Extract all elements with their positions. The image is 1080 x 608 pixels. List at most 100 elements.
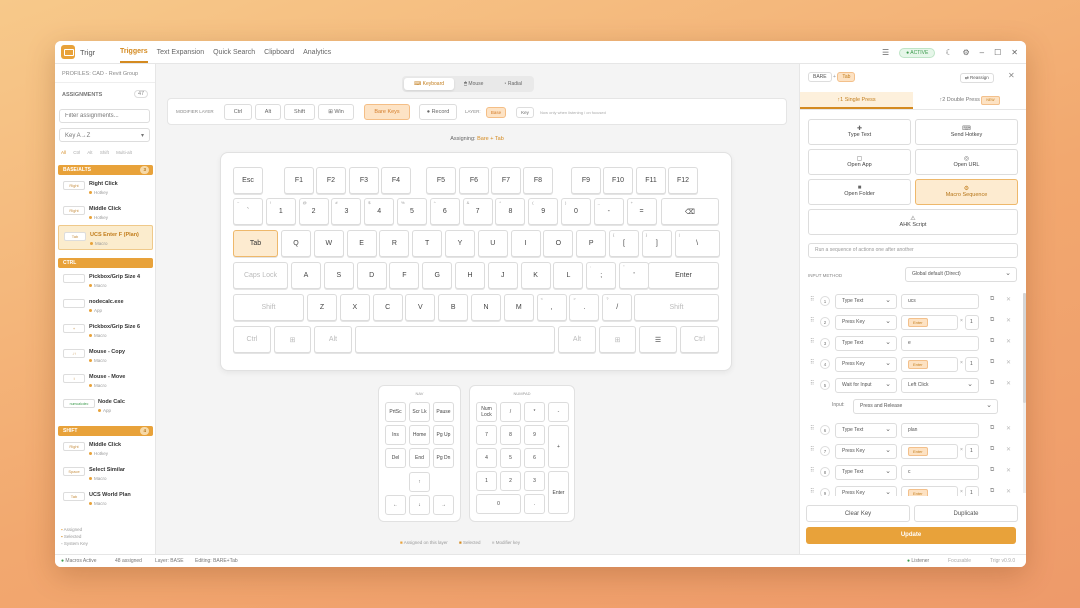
action-open-app[interactable]: ▢ Open App xyxy=(808,149,911,175)
update-button[interactable]: Update xyxy=(806,527,1016,544)
key-6[interactable]: 6 ^ xyxy=(429,198,460,225)
key-symbol[interactable]: ;: xyxy=(586,262,617,289)
list-item[interactable]: ↓↑ Mouse - Copy Macro xyxy=(58,343,153,368)
key-symbol[interactable]: ⊞ xyxy=(274,326,311,353)
modifier-win-button[interactable]: ⊞ Win xyxy=(318,104,354,120)
step-key-field[interactable]: Enter xyxy=(901,444,958,459)
copy-icon[interactable]: ⧉ xyxy=(990,446,994,453)
key-i[interactable]: I xyxy=(510,230,541,257)
tab-mouse[interactable]: 🖱 Mouse xyxy=(454,78,493,90)
key-f5[interactable]: F5 xyxy=(426,167,456,194)
delete-icon[interactable]: ✕ xyxy=(1006,380,1011,387)
key-2[interactable]: 2 @ xyxy=(298,198,329,225)
delete-icon[interactable]: ✕ xyxy=(1006,425,1011,432)
key-symbol[interactable]: ↑ xyxy=(409,472,430,492)
key-alt[interactable]: Alt xyxy=(314,326,352,353)
step-text-field[interactable]: e xyxy=(901,336,979,351)
key-prtsc[interactable]: PrtSc xyxy=(385,402,406,422)
drag-handle-icon[interactable]: ⠿ xyxy=(810,467,814,474)
key-symbol[interactable]: \ | xyxy=(674,230,720,257)
repeat-count-field[interactable]: 1 xyxy=(965,444,979,459)
key-symbol[interactable]: = + xyxy=(626,198,657,225)
key-k[interactable]: K xyxy=(520,262,551,289)
key-esc[interactable]: Esc xyxy=(233,167,263,194)
key-g[interactable]: G xyxy=(422,262,453,289)
key-0[interactable]: 0) xyxy=(561,198,591,225)
list-item[interactable]: + Pickbox/Grip Size 6 Macro xyxy=(58,318,153,343)
action-open-folder[interactable]: ■ Open Folder xyxy=(808,179,911,205)
key-tab[interactable]: Tab xyxy=(233,230,278,257)
copy-icon[interactable]: ⧉ xyxy=(990,359,994,366)
steps-scrollbar[interactable] xyxy=(1023,293,1026,493)
key-space[interactable] xyxy=(355,326,555,353)
key-pg-up[interactable]: Pg Up xyxy=(433,425,454,445)
key-symbol[interactable]: - xyxy=(548,402,569,422)
list-item[interactable]: Pickbox/Grip Size 4 Macro xyxy=(58,268,153,293)
tab-radial[interactable]: ◔ Radial xyxy=(493,78,532,90)
chip-multi-alt[interactable]: Multi-alt xyxy=(116,150,132,155)
list-item[interactable]: Right Middle Click Hotkey xyxy=(58,200,153,225)
key-e[interactable]: E xyxy=(346,230,377,257)
step-type-select[interactable]: Press Key xyxy=(835,315,897,330)
key-y[interactable]: Y xyxy=(445,230,475,257)
action-ahk-script[interactable]: ⚠ AHK Script xyxy=(808,209,1018,235)
key-b[interactable]: B xyxy=(438,294,469,321)
drag-handle-icon[interactable]: ⠿ xyxy=(810,446,814,453)
tab-quick-search[interactable]: Quick Search xyxy=(213,43,255,62)
clear-key-button[interactable]: Clear Key xyxy=(806,505,910,522)
action-macro-sequence[interactable]: ⚙ Macro Sequence xyxy=(915,179,1018,205)
delete-icon[interactable]: ✕ xyxy=(1006,446,1011,453)
delete-icon[interactable]: ✕ xyxy=(1006,338,1011,345)
drag-handle-icon[interactable]: ⠿ xyxy=(810,425,814,432)
repeat-count-field[interactable]: 1 xyxy=(965,486,979,496)
delete-icon[interactable]: ✕ xyxy=(1006,296,1011,303)
key-c[interactable]: C xyxy=(372,294,403,321)
action-open-url[interactable]: ◎ Open URL xyxy=(915,149,1018,175)
key-4[interactable]: 4 $ xyxy=(364,198,395,225)
tab-double-press[interactable]: ↑2 Double Press NEW xyxy=(913,92,1026,109)
drag-handle-icon[interactable]: ⠿ xyxy=(810,296,814,303)
step-text-field[interactable]: ucs xyxy=(901,294,979,309)
step-type-select[interactable]: Type Text xyxy=(835,294,897,309)
key-f12[interactable]: F12 xyxy=(668,167,698,194)
key-p[interactable]: P xyxy=(576,230,607,257)
step-text-field[interactable]: plan xyxy=(901,423,979,438)
key-6[interactable]: 6 xyxy=(524,448,545,468)
copy-icon[interactable]: ⧉ xyxy=(990,488,994,495)
step-key-field[interactable]: Enter xyxy=(901,357,958,372)
key-2[interactable]: 2 xyxy=(500,471,521,491)
tab-keyboard[interactable]: ⌨ Keyboard xyxy=(404,78,455,90)
key-caps-lock[interactable]: Caps Lock xyxy=(233,262,288,289)
key-8[interactable]: 8 * xyxy=(495,198,526,225)
key-1[interactable]: 1 xyxy=(476,471,497,491)
key-enter[interactable]: Enter xyxy=(548,471,569,514)
menu-icon[interactable]: ☰ xyxy=(882,48,889,57)
key-pause[interactable]: Pause xyxy=(433,402,454,422)
repeat-count-field[interactable]: 1 xyxy=(965,357,979,372)
key-ins[interactable]: Ins xyxy=(385,425,406,445)
modifier-alt-button[interactable]: Alt xyxy=(255,104,281,120)
chip-ctrl[interactable]: Ctrl xyxy=(73,150,80,155)
key-w[interactable]: W xyxy=(313,230,344,257)
key-shift[interactable]: Shift xyxy=(634,294,719,321)
key-5[interactable]: 5 xyxy=(500,448,521,468)
key-ctrl[interactable]: Ctrl xyxy=(680,326,719,353)
description-field[interactable]: Run a sequence of actions one after anot… xyxy=(808,243,1018,258)
key-l[interactable]: L xyxy=(553,262,584,289)
key-7[interactable]: 7 & xyxy=(462,198,493,225)
key-symbol[interactable]: ' " xyxy=(619,262,649,289)
key-symbol[interactable]: [{ xyxy=(609,230,639,257)
key-f9[interactable]: F9 xyxy=(571,167,601,194)
action-type-text[interactable]: ✚ Type Text xyxy=(808,119,911,145)
key-alt[interactable]: Alt xyxy=(558,326,596,353)
step-key-field[interactable]: Enter xyxy=(901,486,958,496)
step-type-select[interactable]: Press Key xyxy=(835,357,897,372)
step-type-select[interactable]: Type Text xyxy=(835,336,897,351)
key-s[interactable]: S xyxy=(323,262,354,289)
group-header-ctrl[interactable]: CTRL xyxy=(58,258,153,268)
chip-alt[interactable]: Alt xyxy=(87,150,92,155)
reassign-button[interactable]: ⇄ Reassign xyxy=(960,73,994,83)
key-symbol[interactable]: ` ~ xyxy=(233,198,263,225)
gear-icon[interactable]: ⚙ xyxy=(963,48,970,57)
action-send-hotkey[interactable]: ⌨ Send Hotkey xyxy=(915,119,1018,145)
